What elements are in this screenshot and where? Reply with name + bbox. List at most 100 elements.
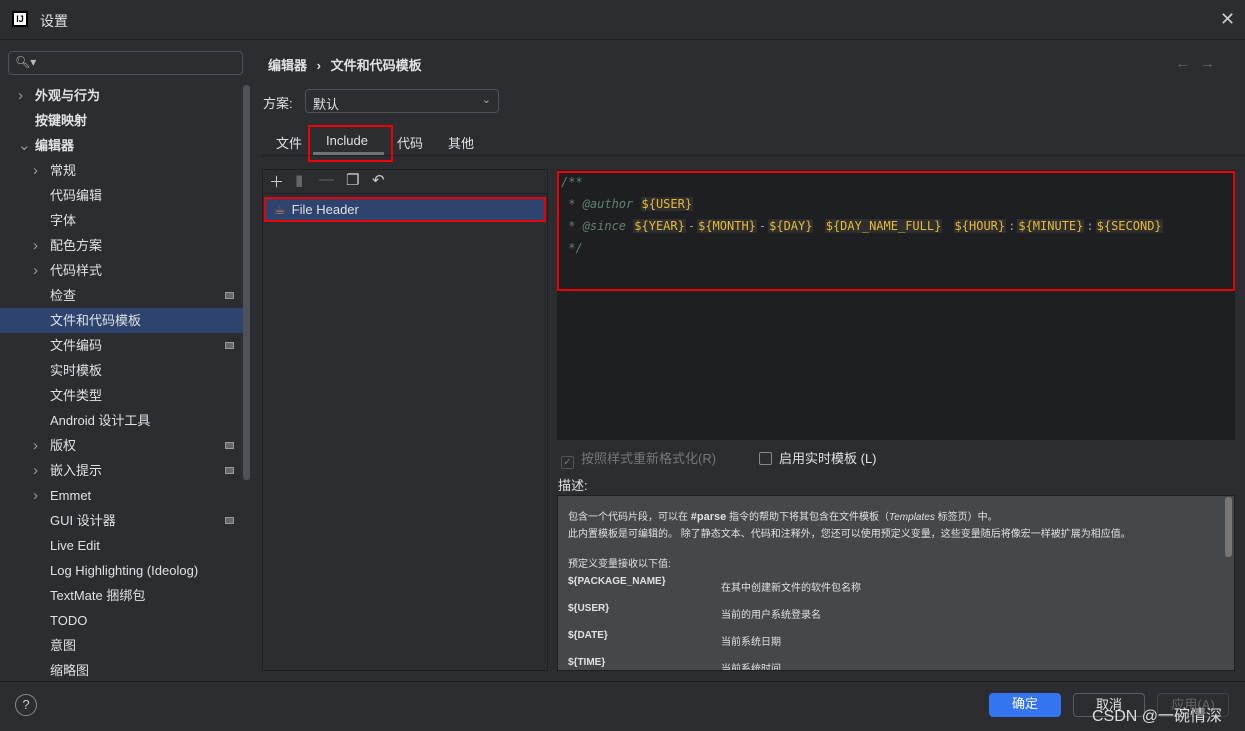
sidebar-scrollbar[interactable] <box>243 85 250 480</box>
tab-code[interactable]: 代码 <box>397 133 423 152</box>
var-year: ${YEAR} <box>633 219 686 233</box>
template-editor[interactable]: /** * @author ${USER} * @since ${YEAR} - $… <box>557 170 1235 440</box>
template-item-file-header[interactable]: ☕ File Header <box>264 197 546 222</box>
sidebar-item-label: 代码编辑 <box>50 188 103 203</box>
breadcrumb-parent[interactable]: 编辑器 <box>268 58 307 73</box>
sidebar-item[interactable]: 检查 <box>0 283 250 308</box>
tab-other[interactable]: 其他 <box>448 133 474 152</box>
sidebar-item[interactable]: › 外观与行为 <box>0 83 250 108</box>
sidebar-item-label: GUI 设计器 <box>50 513 116 528</box>
variable-description: 当前系统日期 <box>721 637 781 648</box>
separator: : <box>1008 219 1016 233</box>
sidebar-item[interactable]: 实时模板 <box>0 358 250 383</box>
sidebar-item[interactable]: ⌄ 编辑器 <box>0 133 250 158</box>
code-line: * @since ${YEAR} - ${MONTH} - ${DAY} ${DAY_N… <box>561 219 1163 233</box>
var-day-name-full: ${DAY_NAME_FULL} <box>824 219 943 233</box>
reformat-checkbox[interactable]: ✓ 按照样式重新格式化(R) <box>561 448 716 469</box>
app-logo-icon: IJ <box>12 11 28 27</box>
sidebar-item[interactable]: TextMate 捆绑包 <box>0 583 250 608</box>
sidebar-item[interactable]: 按键映射 <box>0 108 250 133</box>
add-icon[interactable]: ＋ <box>269 171 284 192</box>
variable-description: 当前的用户系统登录名 <box>721 610 821 621</box>
chevron-right-icon[interactable]: › <box>33 433 38 458</box>
project-scope-icon <box>225 342 234 349</box>
var-month: ${MONTH} <box>697 219 757 233</box>
variable-description: 在其中创建新文件的软件包名称 <box>721 583 861 594</box>
settings-search-input[interactable]: 🔍︎▾ <box>8 51 243 75</box>
scheme-value: 默认 <box>313 97 340 112</box>
var-second: ${SECOND} <box>1095 219 1163 233</box>
help-icon[interactable]: ? <box>15 694 37 716</box>
sidebar-item-label: 外观与行为 <box>35 88 101 103</box>
sidebar-item[interactable]: › 嵌入提示 <box>0 458 250 483</box>
chevron-right-icon[interactable]: › <box>33 158 38 183</box>
breadcrumb-current: 文件和代码模板 <box>330 58 422 73</box>
sidebar-item[interactable]: 文件和代码模板 <box>0 308 250 333</box>
forward-arrow-icon[interactable]: → <box>1200 55 1225 72</box>
close-icon[interactable]: ✕ <box>1220 9 1235 30</box>
sidebar-item[interactable]: › 配色方案 <box>0 233 250 258</box>
template-variable: ${USER} <box>640 197 694 211</box>
sidebar-item[interactable]: Android 设计工具 <box>0 408 250 433</box>
description-text: 包含一个代码片段，可以在 #parse 指令的帮助下将其包含在文件模板（Temp… <box>568 511 998 523</box>
description-scrollbar[interactable] <box>1225 497 1232 557</box>
sidebar-item[interactable]: GUI 设计器 <box>0 508 250 533</box>
scheme-label: 方案: <box>263 96 293 111</box>
chevron-right-icon[interactable]: › <box>33 233 38 258</box>
chevron-down-icon[interactable]: ⌄ <box>18 133 31 158</box>
variable-description: 当前系统时间 <box>721 664 781 671</box>
scheme-select[interactable]: 默认 ⌄ <box>305 89 499 113</box>
checkbox-checked-icon: ✓ <box>561 456 574 469</box>
sidebar-item-label: 文件编码 <box>50 338 103 353</box>
chevron-right-icon[interactable]: › <box>33 258 38 283</box>
sidebar-item[interactable]: Log Highlighting (Ideolog) <box>0 558 250 583</box>
sidebar-item-label: 按键映射 <box>35 113 88 128</box>
sidebar-item-label: TextMate 捆绑包 <box>50 588 146 603</box>
sidebar-item-label: 常规 <box>50 163 77 178</box>
remove-icon[interactable]: — <box>319 171 334 188</box>
separator: : <box>1086 219 1094 233</box>
ok-button[interactable]: 确定 <box>989 693 1061 717</box>
var-minute: ${MINUTE} <box>1017 219 1085 233</box>
settings-sidebar: › 外观与行为 按键映射 ⌄ 编辑器 › 常规 代码编辑 字体 › 配色方案 › 代码样式 检查 文件和代码… <box>0 83 250 681</box>
back-arrow-icon[interactable]: ← <box>1175 55 1200 72</box>
sidebar-item[interactable]: › 代码样式 <box>0 258 250 283</box>
sidebar-item-label: 配色方案 <box>50 238 103 253</box>
chevron-right-icon[interactable]: › <box>33 483 38 508</box>
tab-files[interactable]: 文件 <box>276 133 302 152</box>
template-item-label: File Header <box>291 202 359 217</box>
java-cup-icon: ☕ <box>274 202 286 217</box>
title-bar: IJ 设置 ✕ <box>0 0 1245 40</box>
project-scope-icon <box>225 517 234 524</box>
sidebar-item[interactable]: Live Edit <box>0 533 250 558</box>
sidebar-item-label: 检查 <box>50 288 77 303</box>
sidebar-item[interactable]: 文件类型 <box>0 383 250 408</box>
chevron-right-icon[interactable]: › <box>18 83 23 108</box>
author-tag: @author <box>582 197 634 211</box>
add-child-icon[interactable]: ▮ <box>295 171 303 189</box>
sidebar-item-label: Emmet <box>50 488 92 503</box>
template-tabs: 文件 Include 代码 其他 <box>262 126 1245 156</box>
sidebar-item[interactable]: › Emmet <box>0 483 250 508</box>
sidebar-item[interactable]: › 常规 <box>0 158 250 183</box>
sidebar-item[interactable]: 字体 <box>0 208 250 233</box>
sidebar-item[interactable]: 意图 <box>0 633 250 658</box>
reset-icon[interactable]: ↶ <box>372 171 385 189</box>
separator: - <box>758 219 767 233</box>
sidebar-item[interactable]: 文件编码 <box>0 333 250 358</box>
sidebar-item[interactable]: › 版权 <box>0 433 250 458</box>
description-text: 预定义变量接收以下值: <box>568 559 671 570</box>
live-templates-checkbox[interactable]: 启用实时模板 (L) <box>759 448 877 467</box>
sidebar-item-label: 缩略图 <box>50 663 90 678</box>
breadcrumb: 编辑器 › 文件和代码模板 <box>268 55 422 74</box>
sidebar-item[interactable]: 代码编辑 <box>0 183 250 208</box>
template-list-panel: ＋ ▮ — ❐ ↶ ☕ File Header <box>262 169 548 671</box>
chevron-right-icon[interactable]: › <box>33 458 38 483</box>
sidebar-item-label: 文件类型 <box>50 388 103 403</box>
sidebar-item-label: 文件和代码模板 <box>50 313 142 328</box>
sidebar-item-label: 意图 <box>50 638 77 653</box>
sidebar-item[interactable]: 缩略图 <box>0 658 250 681</box>
sidebar-item[interactable]: TODO <box>0 608 250 633</box>
copy-icon[interactable]: ❐ <box>346 171 359 189</box>
sidebar-item-label: 实时模板 <box>50 363 103 378</box>
